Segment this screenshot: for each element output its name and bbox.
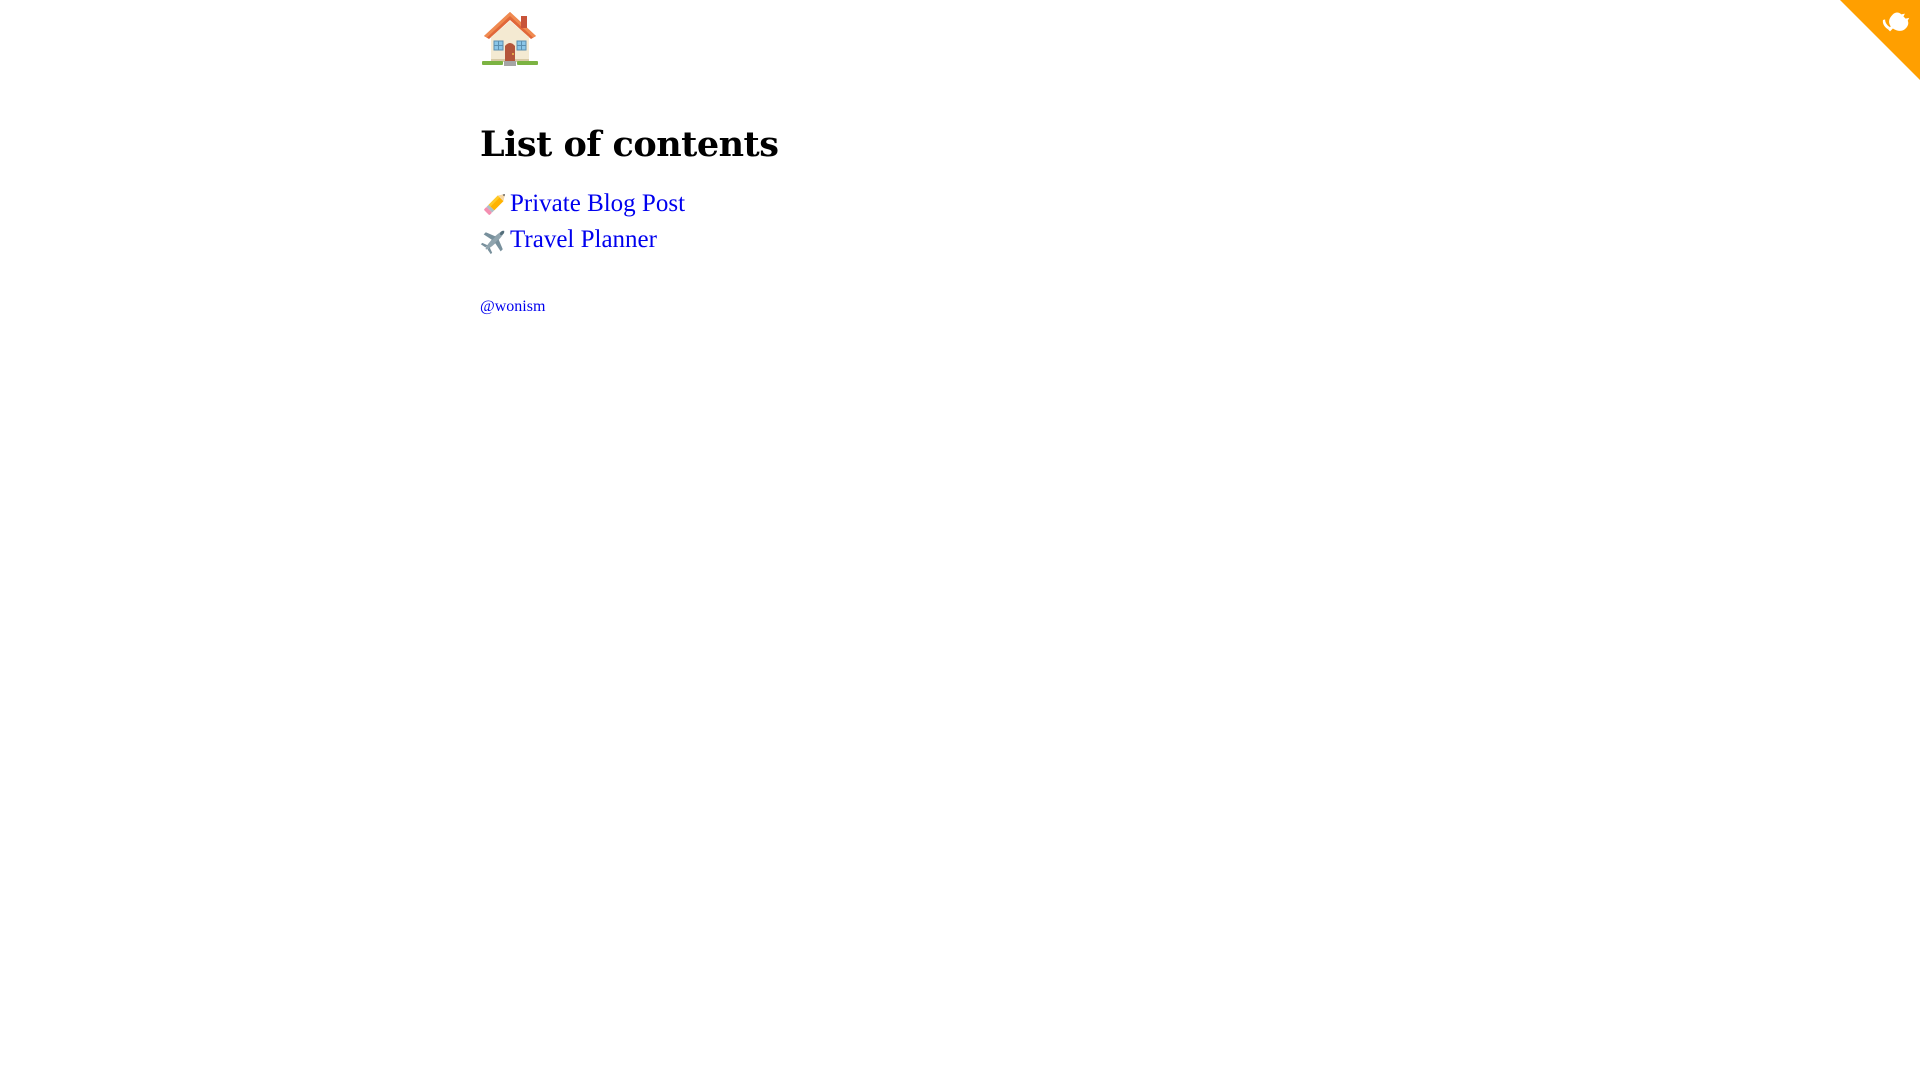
author-link[interactable]: @wonism — [480, 298, 545, 316]
list-item: Private Blog Post — [480, 186, 1440, 222]
content-container: List of contents Private Blog Post Trave… — [480, 0, 1440, 316]
airplane-icon — [480, 230, 505, 255]
home-link[interactable] — [480, 0, 540, 66]
github-corner-icon — [1840, 0, 1920, 80]
contents-list: Private Blog Post Travel Planner — [480, 186, 1440, 258]
private-blog-post-link[interactable]: Private Blog Post — [510, 189, 685, 219]
list-item: Travel Planner — [480, 222, 1440, 258]
github-corner-link[interactable] — [1840, 0, 1920, 80]
page: List of contents Private Blog Post Trave… — [0, 0, 1920, 1080]
pencil-icon — [484, 194, 505, 215]
travel-planner-link[interactable]: Travel Planner — [510, 225, 657, 255]
house-icon — [482, 12, 538, 66]
page-title: List of contents — [480, 124, 779, 165]
